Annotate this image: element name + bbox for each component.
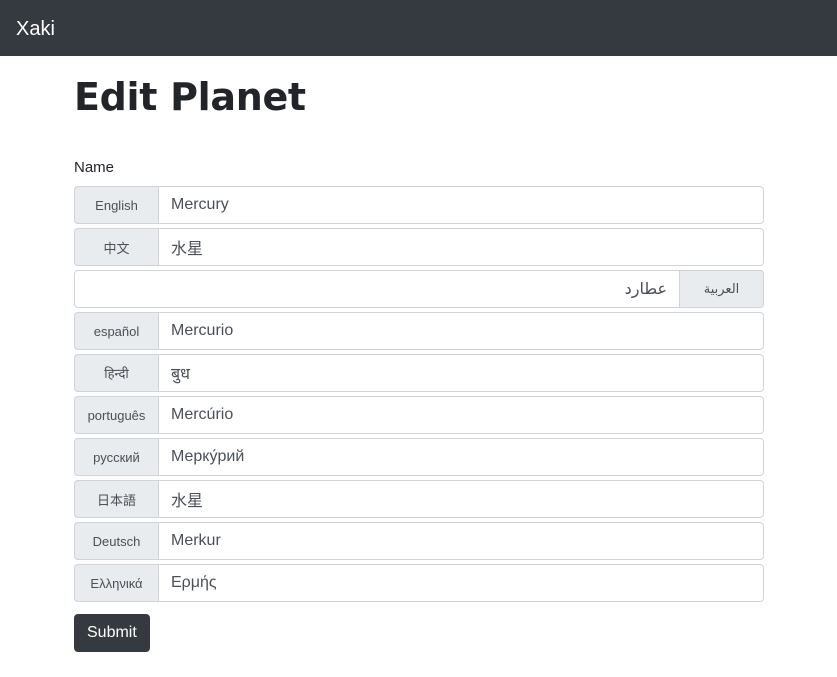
name-input-chinese[interactable] [158,228,764,266]
name-group-chinese: 中文 [74,228,764,266]
language-label-russian: русский [74,438,158,476]
name-group-english: English [74,186,764,224]
submit-button[interactable]: Submit [74,614,150,652]
name-group-japanese: 日本語 [74,480,764,518]
name-group-arabic: العربية [74,270,764,308]
name-group-portuguese: português [74,396,764,434]
name-group-german: Deutsch [74,522,764,560]
language-label-spanish: español [74,312,158,350]
name-input-hindi[interactable] [158,354,764,392]
name-input-english[interactable] [158,186,764,224]
language-label-hindi: हिन्दी [74,354,158,392]
language-label-german: Deutsch [74,522,158,560]
language-label-arabic: العربية [680,270,764,308]
navbar: Xaki [0,0,837,56]
name-label: Name [74,159,115,176]
language-label-english: English [74,186,158,224]
name-input-spanish[interactable] [158,312,764,350]
name-group-spanish: español [74,312,764,350]
name-input-russian[interactable] [158,438,764,476]
name-group-hindi: हिन्दी [74,354,764,392]
language-label-japanese: 日本語 [74,480,158,518]
brand-link[interactable]: Xaki [16,0,55,56]
name-inputs: English 中文 العربية español हिन्दी portug… [74,186,764,602]
name-input-japanese[interactable] [158,480,764,518]
language-label-chinese: 中文 [74,228,158,266]
page-title: Edit Planet [74,75,306,119]
name-input-portuguese[interactable] [158,396,764,434]
name-group-russian: русский [74,438,764,476]
name-input-greek[interactable] [158,564,764,602]
name-group-greek: Ελληνικά [74,564,764,602]
language-label-greek: Ελληνικά [74,564,158,602]
main-content: Edit Planet Name English 中文 العربية espa… [74,56,764,652]
name-input-arabic[interactable] [74,270,680,308]
name-input-german[interactable] [158,522,764,560]
language-label-portuguese: português [74,396,158,434]
